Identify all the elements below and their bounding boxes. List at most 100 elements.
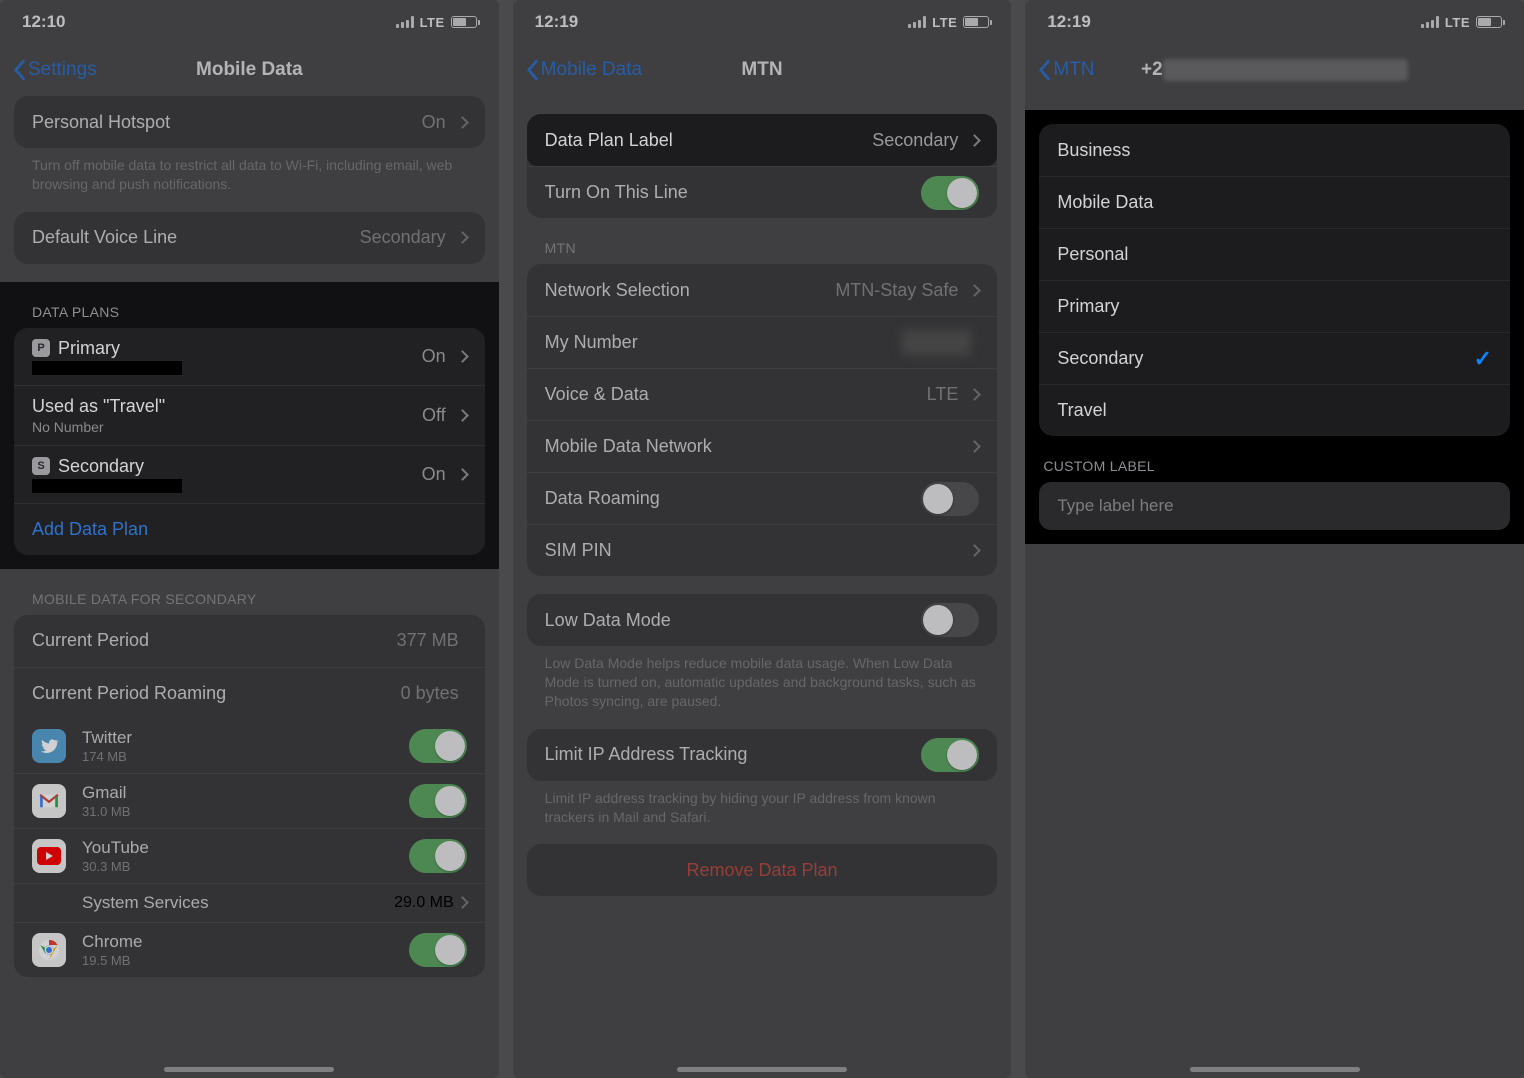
row-label: Turn On This Line bbox=[545, 182, 922, 203]
home-indicator[interactable] bbox=[677, 1067, 847, 1072]
row-value: LTE bbox=[927, 384, 959, 405]
back-label: Settings bbox=[28, 59, 97, 81]
back-label: Mobile Data bbox=[541, 59, 642, 81]
limit-ip-toggle[interactable] bbox=[921, 738, 979, 772]
status-bar: 12:10 LTE bbox=[0, 0, 499, 44]
data-plan-primary-row[interactable]: P Primary On bbox=[14, 328, 485, 385]
turn-on-line-row[interactable]: Turn On This Line bbox=[527, 166, 998, 218]
row-label: Data Roaming bbox=[545, 488, 922, 509]
low-data-footer: Low Data Mode helps reduce mobile data u… bbox=[527, 646, 998, 711]
chevron-left-icon bbox=[1035, 59, 1053, 81]
app-toggle[interactable] bbox=[409, 933, 467, 967]
plan-label: Primary bbox=[58, 338, 120, 359]
row-value: 377 MB bbox=[397, 630, 459, 651]
personal-hotspot-row[interactable]: Personal Hotspot On bbox=[14, 96, 485, 148]
nav-bar: Mobile Data MTN bbox=[513, 44, 1012, 96]
label-option-primary[interactable]: Primary bbox=[1039, 280, 1510, 332]
app-toggle[interactable] bbox=[409, 839, 467, 873]
home-indicator[interactable] bbox=[164, 1067, 334, 1072]
row-label: Low Data Mode bbox=[545, 610, 922, 631]
my-number-row: My Number x bbox=[527, 316, 998, 368]
limit-ip-tracking-row[interactable]: Limit IP Address Tracking bbox=[527, 729, 998, 781]
data-plan-label-row[interactable]: Data Plan Label Secondary bbox=[527, 114, 998, 166]
label-option-business[interactable]: Business bbox=[1039, 124, 1510, 176]
row-label: Mobile Data Network bbox=[545, 436, 967, 457]
twitter-icon bbox=[32, 729, 66, 763]
add-data-plan-button[interactable]: Add Data Plan bbox=[14, 503, 485, 555]
back-button[interactable]: Mobile Data bbox=[513, 59, 642, 81]
row-label: Voice & Data bbox=[545, 384, 927, 405]
app-twitter-row[interactable]: Twitter 174 MB bbox=[14, 719, 485, 773]
remove-data-plan-button[interactable]: Remove Data Plan bbox=[527, 844, 998, 896]
app-name: Gmail bbox=[82, 783, 409, 803]
app-youtube-row[interactable]: YouTube 30.3 MB bbox=[14, 828, 485, 883]
system-services-row[interactable]: System Services 29.0 MB bbox=[14, 883, 485, 922]
app-toggle[interactable] bbox=[409, 784, 467, 818]
app-toggle[interactable] bbox=[409, 729, 467, 763]
line-toggle[interactable] bbox=[921, 176, 979, 210]
row-value: Off bbox=[422, 405, 446, 426]
default-voice-line-row[interactable]: Default Voice Line Secondary bbox=[14, 212, 485, 264]
back-button[interactable]: Settings bbox=[0, 59, 97, 81]
option-label: Travel bbox=[1057, 400, 1492, 421]
row-label: Remove Data Plan bbox=[686, 860, 837, 881]
current-period-row: Current Period 377 MB bbox=[14, 615, 485, 667]
row-value: 29.0 MB bbox=[394, 894, 454, 912]
chevron-right-icon bbox=[968, 544, 981, 557]
signal-icon bbox=[396, 16, 414, 28]
row-label: Limit IP Address Tracking bbox=[545, 744, 922, 765]
app-name: YouTube bbox=[82, 838, 409, 858]
chevron-right-icon bbox=[456, 231, 469, 244]
home-indicator[interactable] bbox=[1190, 1067, 1360, 1072]
plan-sub: No Number bbox=[32, 419, 422, 435]
status-bar: 12:19 LTE bbox=[1025, 0, 1524, 44]
signal-icon bbox=[908, 16, 926, 28]
back-button[interactable]: MTN bbox=[1025, 59, 1094, 81]
label-option-personal[interactable]: Personal bbox=[1039, 228, 1510, 280]
mobile-data-network-row[interactable]: Mobile Data Network bbox=[527, 420, 998, 472]
page-title-redacted: +2xxxxxxxxxx bbox=[1025, 59, 1524, 81]
chevron-right-icon bbox=[968, 134, 981, 147]
row-label: SIM PIN bbox=[545, 540, 967, 561]
data-roaming-row[interactable]: Data Roaming bbox=[527, 472, 998, 524]
low-data-toggle[interactable] bbox=[921, 603, 979, 637]
low-data-mode-row[interactable]: Low Data Mode bbox=[527, 594, 998, 646]
plan-label: Used as "Travel" bbox=[32, 396, 422, 417]
app-usage: 30.3 MB bbox=[82, 859, 409, 874]
label-option-travel[interactable]: Travel bbox=[1039, 384, 1510, 436]
custom-label-input[interactable]: Type label here bbox=[1039, 482, 1510, 530]
battery-icon bbox=[963, 16, 989, 28]
network-selection-row[interactable]: Network Selection MTN-Stay Safe bbox=[527, 264, 998, 316]
app-gmail-row[interactable]: Gmail 31.0 MB bbox=[14, 773, 485, 828]
row-label: Network Selection bbox=[545, 280, 836, 301]
option-label: Mobile Data bbox=[1057, 192, 1492, 213]
chevron-right-icon bbox=[968, 388, 981, 401]
data-plan-secondary-row[interactable]: S Secondary On bbox=[14, 445, 485, 503]
app-chrome-row[interactable]: Chrome 19.5 MB bbox=[14, 922, 485, 977]
screen-mobile-data: 12:10 LTE Settings Mobile Data Personal … bbox=[0, 0, 499, 1078]
label-option-secondary[interactable]: Secondary ✓ bbox=[1039, 332, 1510, 384]
data-plan-travel-row[interactable]: Used as "Travel" No Number Off bbox=[14, 385, 485, 445]
row-value: On bbox=[422, 346, 446, 367]
chevron-right-icon bbox=[456, 116, 469, 129]
clock: 12:10 bbox=[22, 12, 65, 32]
row-value: On bbox=[422, 464, 446, 485]
custom-label-header: CUSTOM LABEL bbox=[1039, 436, 1510, 482]
row-label: Current Period bbox=[32, 630, 397, 651]
option-label: Personal bbox=[1057, 244, 1492, 265]
voice-data-row[interactable]: Voice & Data LTE bbox=[527, 368, 998, 420]
plan-label: Secondary bbox=[58, 456, 144, 477]
status-right: LTE bbox=[396, 15, 477, 30]
data-plans-header: DATA PLANS bbox=[0, 282, 499, 328]
label-option-mobile-data[interactable]: Mobile Data bbox=[1039, 176, 1510, 228]
carrier-header: MTN bbox=[527, 218, 998, 264]
sim-pin-row[interactable]: SIM PIN bbox=[527, 524, 998, 576]
screen-label-picker: 12:19 LTE MTN +2xxxxxxxxxx Business Mobi… bbox=[1025, 0, 1524, 1078]
youtube-icon bbox=[32, 839, 66, 873]
row-value: MTN-Stay Safe bbox=[835, 280, 958, 301]
clock: 12:19 bbox=[1047, 12, 1090, 32]
roaming-toggle[interactable] bbox=[921, 482, 979, 516]
app-name: Chrome bbox=[82, 932, 409, 952]
status-bar: 12:19 LTE bbox=[513, 0, 1012, 44]
row-label: Personal Hotspot bbox=[32, 112, 422, 133]
